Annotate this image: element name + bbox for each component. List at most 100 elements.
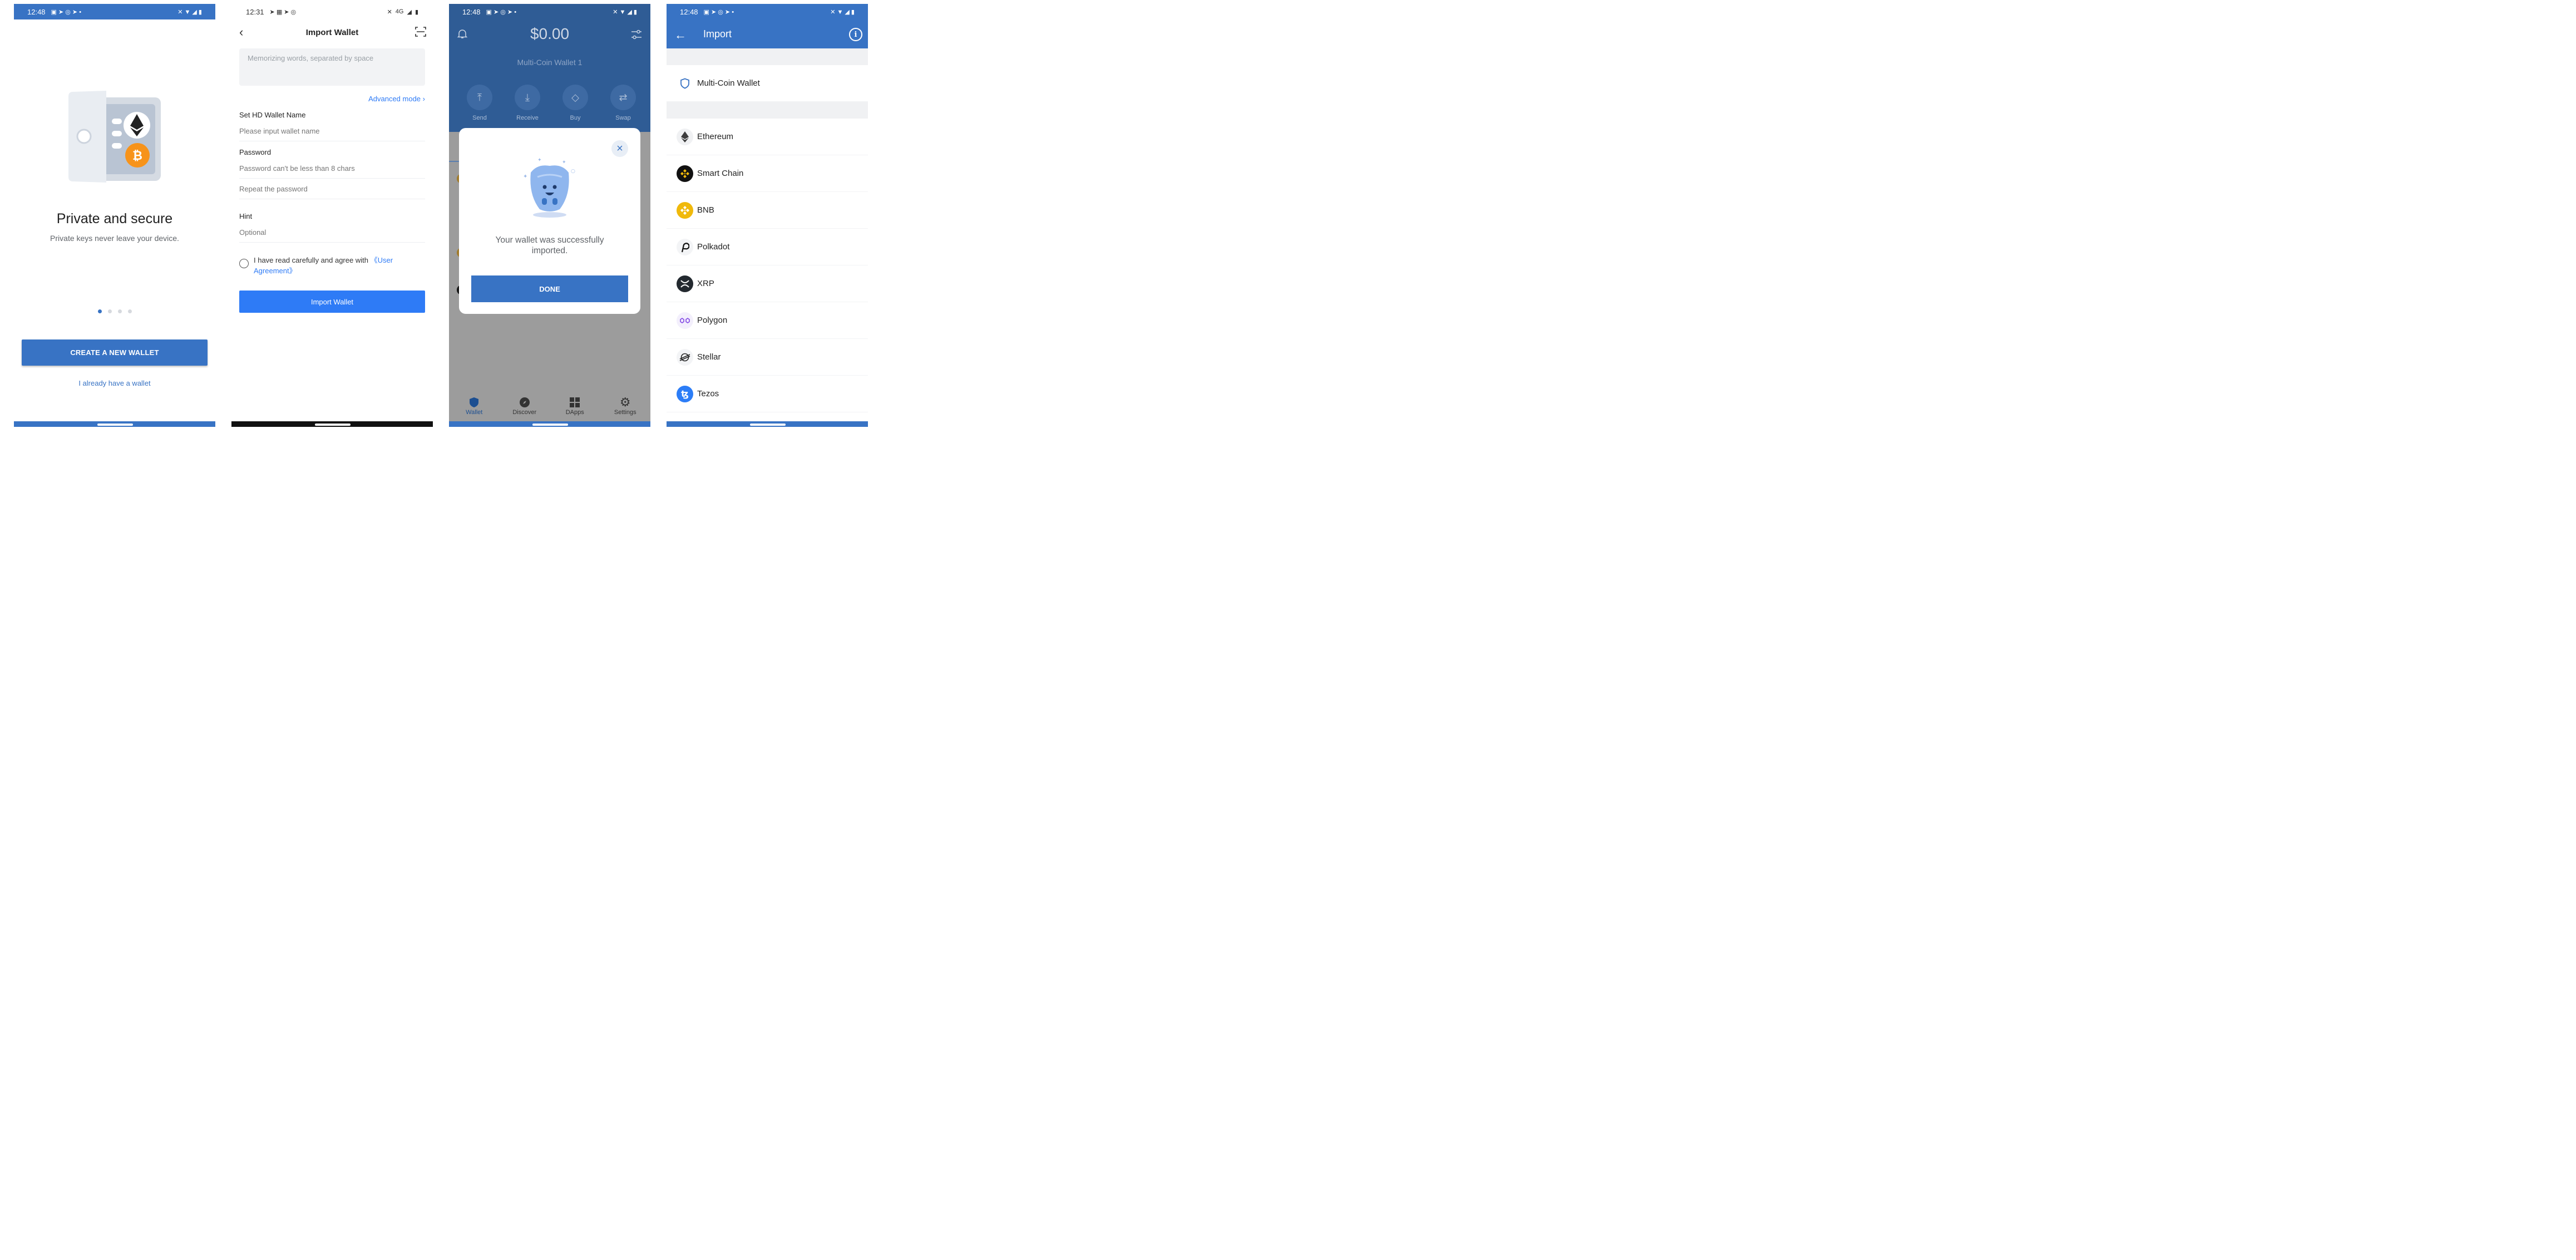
- repeat-password-input[interactable]: [239, 185, 425, 199]
- import-wallet-button[interactable]: Import Wallet: [239, 291, 425, 313]
- tab-settings[interactable]: ⚙ Settings: [603, 395, 648, 421]
- status-bar: 12:48 ▣ ➤ ◎ ➤ • ✕ ▼ ◢ ▮: [449, 4, 650, 19]
- onboarding-subtitle: Private keys never leave your device.: [50, 234, 179, 243]
- stellar-icon: [677, 348, 693, 366]
- coin-row-smart-chain[interactable]: Smart Chain: [667, 155, 868, 192]
- signal-icon: ◢: [407, 8, 412, 16]
- swap-icon: ⇄: [610, 85, 636, 110]
- create-wallet-button[interactable]: CREATE A NEW WALLET: [22, 339, 208, 366]
- row-label: BNB: [697, 205, 714, 215]
- system-status-icons: ✕ ▼ ◢ ▮: [613, 8, 637, 16]
- mute-icon: ✕: [387, 8, 392, 16]
- row-label: Stellar: [697, 352, 721, 362]
- page-dot[interactable]: [107, 309, 112, 313]
- hint-input[interactable]: [239, 228, 425, 243]
- advanced-mode-link[interactable]: Advanced mode ›: [368, 95, 425, 103]
- page-indicator: [14, 309, 215, 313]
- coin-row-xrp[interactable]: XRP: [667, 265, 868, 302]
- buy-action[interactable]: ◇ Buy: [558, 85, 593, 121]
- filter-sliders-icon[interactable]: [630, 28, 643, 41]
- safe-illustration-icon: ₿: [68, 91, 161, 183]
- gesture-bar: [667, 421, 868, 427]
- svg-text:✦: ✦: [523, 174, 527, 180]
- notification-icons: ▣ ➤ ◎ ➤ •: [703, 8, 734, 16]
- row-label: Smart Chain: [697, 169, 744, 178]
- success-message: Your wallet was successfully imported.: [495, 235, 604, 255]
- notification-icons: ▣ ➤ ◎ ➤ •: [51, 8, 82, 16]
- advanced-mode-label: Advanced mode: [368, 95, 421, 103]
- close-icon[interactable]: ×: [611, 140, 628, 157]
- status-time: 12:48: [462, 7, 481, 16]
- info-icon[interactable]: i: [849, 28, 862, 41]
- hint-label: Hint: [239, 212, 253, 220]
- polkadot-icon: [677, 238, 693, 255]
- import-wallet-screen: 12:31 ➤ ▦ ➤ ◎ ✕ 4G ◢ ▮ ‹ Import Wallet M…: [231, 4, 433, 427]
- svg-text:✦: ✦: [562, 160, 566, 165]
- row-label: Ethereum: [697, 132, 734, 141]
- row-label: Polkadot: [697, 242, 730, 252]
- page-dot[interactable]: [117, 309, 122, 313]
- shield-icon: [470, 397, 479, 407]
- swap-action[interactable]: ⇄ Swap: [606, 85, 640, 121]
- wallet-name[interactable]: Multi-Coin Wallet 1: [449, 58, 650, 67]
- multi-coin-wallet-row[interactable]: Multi-Coin Wallet: [667, 65, 868, 102]
- agree-radio[interactable]: [239, 259, 249, 268]
- notification-icons: ▣ ➤ ◎ ➤ •: [486, 8, 517, 16]
- coin-row-stellar[interactable]: Stellar: [667, 339, 868, 376]
- bottom-tab-bar: Wallet Discover DApps ⚙ Settings: [449, 392, 650, 421]
- coin-row-tezos[interactable]: ꜩ Tezos: [667, 376, 868, 412]
- balance-amount: $0.00: [530, 25, 570, 42]
- wallet-home-screen: 12:48 ▣ ➤ ◎ ➤ • ✕ ▼ ◢ ▮ $0.00 Multi-Coin…: [449, 4, 650, 427]
- page-dot-active[interactable]: [97, 309, 102, 313]
- status-time: 12:48: [27, 7, 46, 16]
- back-arrow-icon[interactable]: ←: [674, 28, 687, 42]
- status-bar: 12:48 ▣ ➤ ◎ ➤ • ✕ ▼ ◢ ▮: [667, 4, 868, 19]
- buy-tag-icon: ◇: [562, 85, 588, 110]
- bnb-icon: [677, 201, 693, 219]
- svg-text:✦: ✦: [537, 158, 542, 163]
- wallet-name-input[interactable]: [239, 127, 425, 141]
- tab-label: DApps: [565, 409, 584, 416]
- tab-label: Settings: [614, 409, 636, 416]
- mnemonic-textarea[interactable]: Memorizing words, separated by space: [239, 48, 425, 86]
- tab-wallet[interactable]: Wallet: [452, 396, 496, 421]
- row-label: Multi-Coin Wallet: [697, 78, 760, 88]
- svg-text:₿: ₿: [132, 149, 142, 163]
- notification-icons: ➤ ▦ ➤ ◎: [269, 8, 297, 16]
- receive-action[interactable]: ⤓ Receive: [510, 85, 545, 121]
- row-label: Polygon: [697, 316, 728, 325]
- page-dot[interactable]: [127, 309, 132, 313]
- have-wallet-link[interactable]: I already have a wallet: [14, 379, 215, 387]
- action-label: Receive: [516, 115, 539, 121]
- grid-icon: [570, 397, 580, 407]
- coin-row-polygon[interactable]: Polygon: [667, 302, 868, 339]
- gesture-bar: [449, 421, 650, 427]
- action-label: Send: [472, 115, 487, 121]
- agreement-label: I have read carefully and agree with: [254, 256, 371, 264]
- page-title: Import: [703, 28, 732, 40]
- ethereum-icon: [677, 128, 693, 145]
- password-input[interactable]: [239, 164, 425, 179]
- system-status-icons: ✕ ▼ ◢ ▮: [177, 8, 202, 16]
- coin-row-ethereum[interactable]: Ethereum: [667, 119, 868, 155]
- polygon-icon: [677, 312, 693, 329]
- shield-outline-icon: [677, 75, 693, 92]
- tab-dapps[interactable]: DApps: [552, 396, 597, 421]
- send-action[interactable]: ⤒ Send: [462, 85, 497, 121]
- coin-row-bnb[interactable]: BNB: [667, 192, 868, 229]
- gesture-bar: [14, 421, 215, 427]
- row-label: XRP: [697, 279, 714, 288]
- receive-icon: ⤓: [515, 85, 540, 110]
- send-icon: ⤒: [467, 85, 492, 110]
- scan-qr-icon[interactable]: [415, 26, 426, 37]
- happy-shield-mascot-icon: ✦ ○ ✦ ✦: [523, 158, 575, 218]
- tab-label: Discover: [512, 409, 537, 416]
- network-label: 4G: [395, 8, 404, 15]
- tab-discover[interactable]: Discover: [502, 396, 547, 421]
- chevron-right-icon: ›: [422, 95, 425, 103]
- action-label: Swap: [615, 115, 631, 121]
- agreement-text: I have read carefully and agree with 《Us…: [254, 255, 421, 276]
- done-button[interactable]: DONE: [471, 275, 628, 302]
- success-modal: × ✦ ○ ✦ ✦ Your wallet was successfully i…: [459, 128, 640, 314]
- coin-row-polkadot[interactable]: Polkadot: [667, 229, 868, 265]
